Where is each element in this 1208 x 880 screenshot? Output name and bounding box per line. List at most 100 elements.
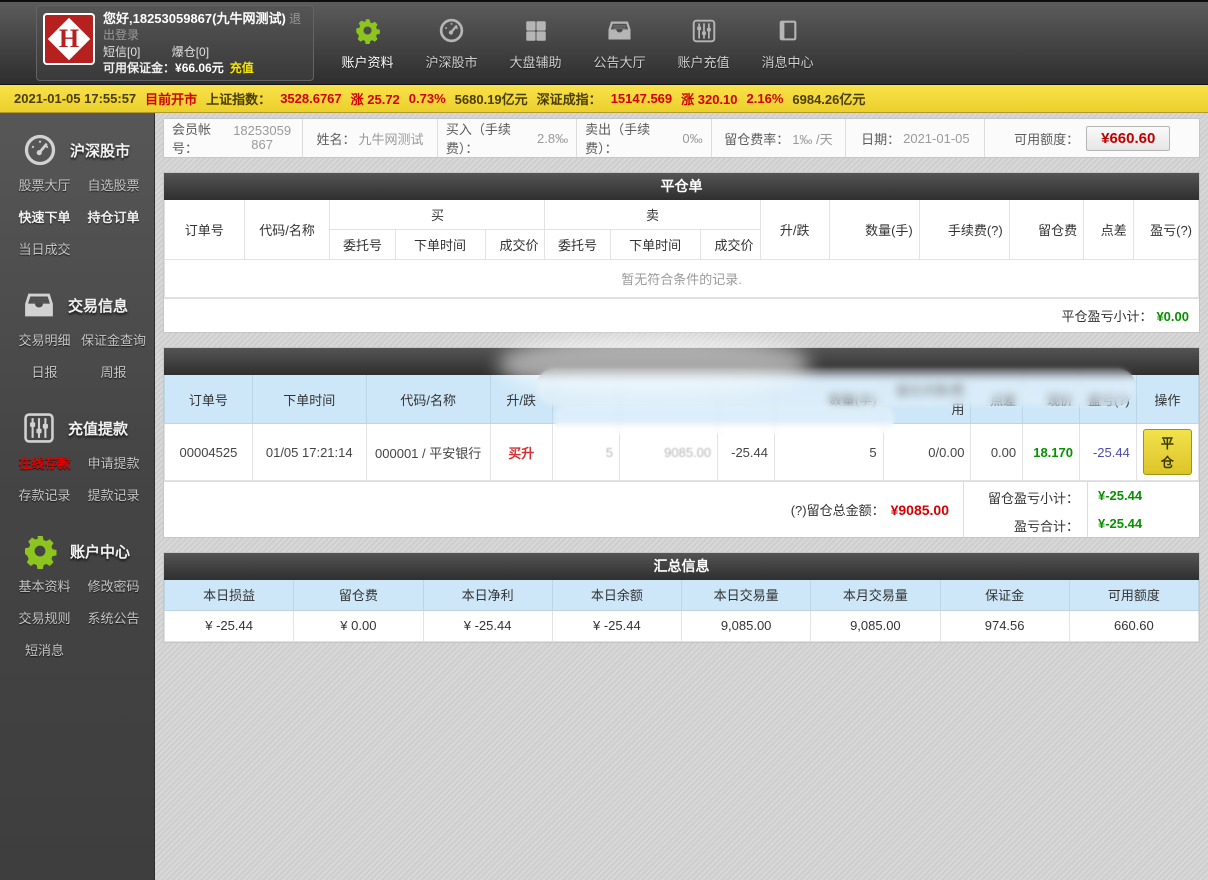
summary-values-row: ¥ -25.44 ¥ 0.00 ¥ -25.44 ¥ -25.44 9,085.…: [163, 609, 1200, 642]
sidebar-item-today-deals[interactable]: 当日成交: [10, 239, 79, 258]
sidebar-item-margin-query[interactable]: 保证金查询: [79, 330, 148, 349]
logo-letter: H: [58, 24, 80, 53]
sidebar-item-quick-order[interactable]: 快速下单: [10, 207, 79, 226]
sidebar-item-withdraw-apply[interactable]: 申请提款: [79, 453, 148, 472]
member-account-cell: 会员帐号： 18253059867: [164, 119, 304, 157]
col-updown: 升/跌: [489, 375, 553, 424]
col-profit-loss: 盈亏(?): [1078, 375, 1137, 424]
nav-announcements[interactable]: 公告大厅: [588, 16, 651, 71]
nav-label: 沪深股市: [425, 54, 478, 70]
cell-current-price: 18.170: [1022, 423, 1080, 481]
sidebar-section-market: 沪深股市 股票大厅 自选股票 快速下单 持仓订单 当日成交: [0, 127, 154, 258]
col-spread: 点差: [1083, 200, 1134, 260]
ticker-sse-pct: 0.73%: [408, 91, 446, 106]
col-sell-group: 卖: [544, 200, 761, 230]
nav-label: 账户资料: [341, 54, 394, 70]
sidebar-item-weekly-report[interactable]: 周报: [79, 362, 148, 381]
sliders-icon: [22, 411, 56, 445]
cell-float-pl: -25.44: [717, 423, 775, 481]
sidebar-item-withdraw-records[interactable]: 提款记录: [79, 485, 148, 504]
close-subtotal-label: 平仓盈亏小计：: [1061, 309, 1153, 324]
empty-records-text: 暂无符合条件的记录.: [164, 259, 1199, 298]
col-fee: 手续费(?): [918, 200, 1010, 260]
positions-table: 订单号 下单时间 代码/名称 升/跌 数量(手) 留仓天数/费用 点差 现价 盈…: [164, 375, 1200, 481]
val-month-volume: 9,085.00: [810, 609, 941, 642]
col-buy-entrust: 委托号: [329, 229, 396, 260]
col-order-no: 订单号: [164, 200, 245, 260]
date-value: 2021-01-05: [903, 130, 970, 146]
app-window: H 您好,18253059867(九牛网测试) 退出登录 短信[0] 爆仓[0]…: [0, 0, 1208, 880]
nav-message-center[interactable]: 消息中心: [756, 16, 819, 71]
col-today-net: 本日净利: [422, 580, 553, 611]
keep-pl-subtotal-label: 留仓盈亏小计：: [987, 491, 1079, 506]
close-subtotal-row: 平仓盈亏小计： ¥0.00: [164, 298, 1199, 332]
sidebar-item-change-password[interactable]: 修改密码: [79, 576, 148, 595]
keep-fee-rate-value: 1‰ /天: [792, 131, 833, 147]
col-sell-time: 下单时间: [609, 229, 701, 260]
nav-account-profile[interactable]: 账户资料: [336, 16, 399, 71]
val-today-balance: ¥ -25.44: [551, 609, 683, 642]
keep-fee-rate-label: 留仓费率：: [724, 131, 790, 147]
recharge-link[interactable]: 充值: [230, 61, 254, 75]
col-code-name: 代码/名称: [365, 375, 491, 424]
sidebar-item-basic-info[interactable]: 基本资料: [10, 576, 79, 595]
buy-fee-value: 2.8‰: [537, 130, 569, 146]
sidebar-item-watchlist[interactable]: 自选股票: [79, 175, 148, 194]
nav-label: 账户充值: [677, 54, 730, 70]
ticker-szse-volume: 6984.26亿元: [792, 92, 866, 107]
user-info-box: H 您好,18253059867(九牛网测试) 退出登录 短信[0] 爆仓[0]…: [36, 5, 314, 81]
sell-fee-cell: 卖出（手续费）： 0‰: [577, 119, 712, 157]
close-orders-panel: 平仓单 订单号 代码/名称 买 卖 升/跌 数量(手) 手续费(?) 留仓费 点…: [163, 172, 1200, 333]
buy-fee-label: 买入（手续费）：: [445, 122, 511, 156]
sidebar-item-trade-rules[interactable]: 交易规则: [10, 608, 79, 627]
close-position-button[interactable]: 平仓: [1142, 429, 1192, 475]
ticker-sse-label: 上证指数：: [206, 92, 272, 107]
col-keep-days-fee: 留仓天数/费用: [882, 375, 972, 424]
pl-totals-box: 留仓盈亏小计： ¥-25.44 盈亏合计： ¥-25.44: [963, 482, 1199, 537]
sell-fee-label: 卖出（手续费）：: [585, 122, 651, 156]
summary-table: 本日损益 留仓费 本日净利 本日余额 本日交易量 本月交易量 保证金 可用额度 …: [163, 580, 1200, 642]
col-action: 操作: [1135, 375, 1200, 424]
keep-total-amount-value: ¥9085.00: [890, 501, 949, 518]
available-quota-label: 可用额度：: [1014, 131, 1080, 147]
sidebar-item-deposit-records[interactable]: 存款记录: [10, 485, 79, 504]
available-margin-value: ¥66.06元: [175, 61, 224, 75]
close-subtotal-value: ¥0.00: [1156, 309, 1189, 324]
col-month-volume: 本月交易量: [810, 580, 941, 611]
col-today-balance: 本日余额: [551, 580, 683, 611]
ticker-sse-index: 3528.6767: [280, 91, 342, 106]
sidebar-item-daily-report[interactable]: 日报: [10, 362, 79, 381]
col-sell-price: 成交价: [699, 229, 761, 260]
col-available-quota: 可用额度: [1068, 580, 1200, 611]
gauge-icon: [22, 132, 58, 168]
sms-count-link[interactable]: 短信[0]: [103, 45, 140, 59]
sidebar-item-online-deposit[interactable]: 在线存款: [10, 453, 79, 472]
nav-stock-market[interactable]: 沪深股市: [420, 16, 483, 71]
nav-market-helper[interactable]: 大盘辅助: [504, 16, 567, 71]
nav-label: 大盘辅助: [509, 54, 562, 70]
col-keep-fee: 留仓费: [293, 580, 424, 611]
sidebar-item-short-message[interactable]: 短消息: [10, 640, 79, 659]
col-hidden-b: [618, 375, 719, 424]
sidebar: 沪深股市 股票大厅 自选股票 快速下单 持仓订单 当日成交 交易信息 交易明细 …: [0, 113, 155, 880]
date-cell: 日期： 2021-01-05: [846, 119, 986, 157]
gear-icon: [336, 16, 399, 46]
col-order-no: 订单号: [164, 375, 253, 424]
top-bar: H 您好,18253059867(九牛网测试) 退出登录 短信[0] 爆仓[0]…: [0, 0, 1208, 85]
sell-fee-value: 0‰: [682, 130, 703, 146]
sidebar-item-stock-hall[interactable]: 股票大厅: [10, 175, 79, 194]
nav-label: 消息中心: [761, 54, 814, 70]
member-name-label: 姓名：: [316, 131, 356, 147]
ticker-sse-volume: 5680.19亿元: [454, 92, 528, 107]
market-ticker-bar: 2021-01-05 17:55:57 目前开市 上证指数： 3528.6767…: [0, 85, 1208, 113]
sidebar-item-trade-detail[interactable]: 交易明细: [10, 330, 79, 349]
sidebar-item-system-notice[interactable]: 系统公告: [79, 608, 148, 627]
sidebar-item-position-orders[interactable]: 持仓订单: [79, 207, 148, 226]
position-row: 00004525 01/05 17:21:14 000001 / 平安银行 买升…: [164, 423, 1200, 481]
col-keep-fee: 留仓费: [1008, 200, 1085, 260]
ticker-szse-pct: 2.16%: [746, 91, 784, 106]
blowout-count-link[interactable]: 爆仓[0]: [172, 45, 209, 59]
nav-account-recharge[interactable]: 账户充值: [672, 16, 735, 71]
col-hidden-a: [551, 375, 620, 424]
member-name-value: 九牛网测试: [358, 131, 424, 147]
